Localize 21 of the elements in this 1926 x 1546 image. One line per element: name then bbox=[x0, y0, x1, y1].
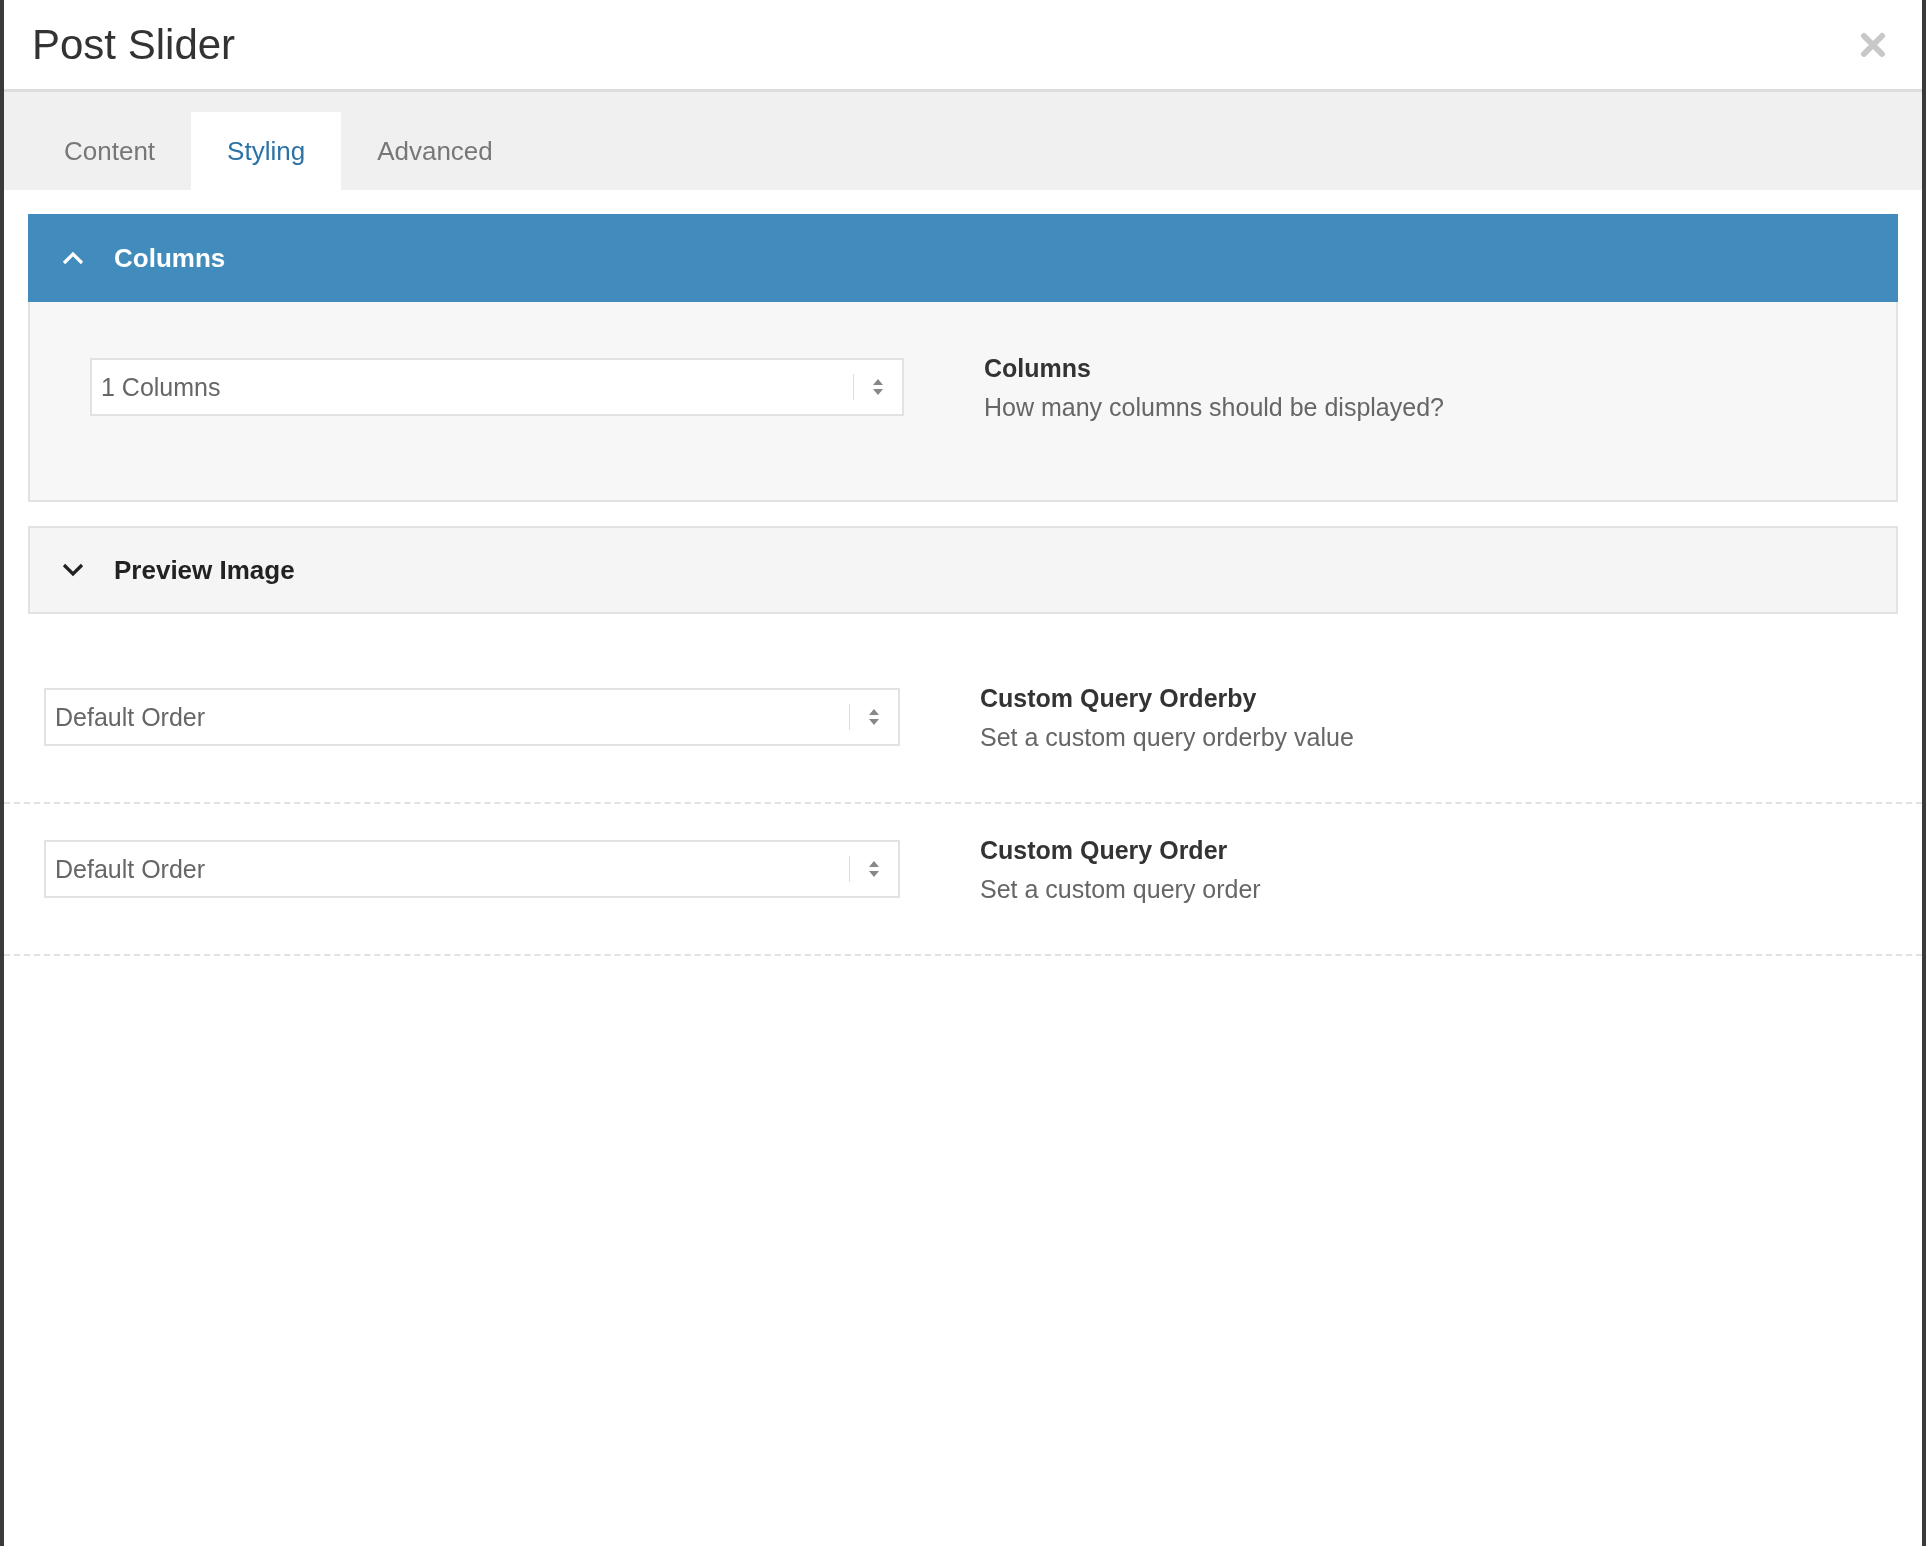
select-field[interactable]: 1 Columns bbox=[90, 358, 904, 416]
field-label: Custom Query Order bbox=[980, 836, 1229, 865]
sort-arrows-icon bbox=[868, 860, 880, 878]
select-field[interactable]: Default Order bbox=[44, 688, 900, 746]
panel-header[interactable]: Preview Image bbox=[28, 526, 1898, 614]
chevron-icon bbox=[62, 251, 84, 265]
sort-arrows-icon bbox=[872, 378, 884, 396]
field-description: Set a custom query orderby value bbox=[980, 723, 1354, 752]
field-label: Columns bbox=[984, 354, 1092, 383]
close-icon[interactable] bbox=[1860, 31, 1886, 58]
panel-header[interactable]: Columns bbox=[28, 214, 1898, 302]
modal-title: Post Slider bbox=[32, 20, 236, 69]
field-description: How many columns should be displayed? bbox=[984, 393, 1444, 422]
sort-arrows-icon bbox=[868, 708, 880, 726]
tab[interactable]: Styling bbox=[191, 112, 342, 190]
tab[interactable]: Content bbox=[28, 112, 192, 190]
field-label: Custom Query Orderby bbox=[980, 684, 1258, 713]
select-field[interactable]: Default Order bbox=[44, 840, 900, 898]
chevron-icon bbox=[62, 563, 84, 577]
tab[interactable]: Advanced bbox=[341, 112, 529, 190]
field-description: Set a custom query order bbox=[980, 875, 1261, 904]
